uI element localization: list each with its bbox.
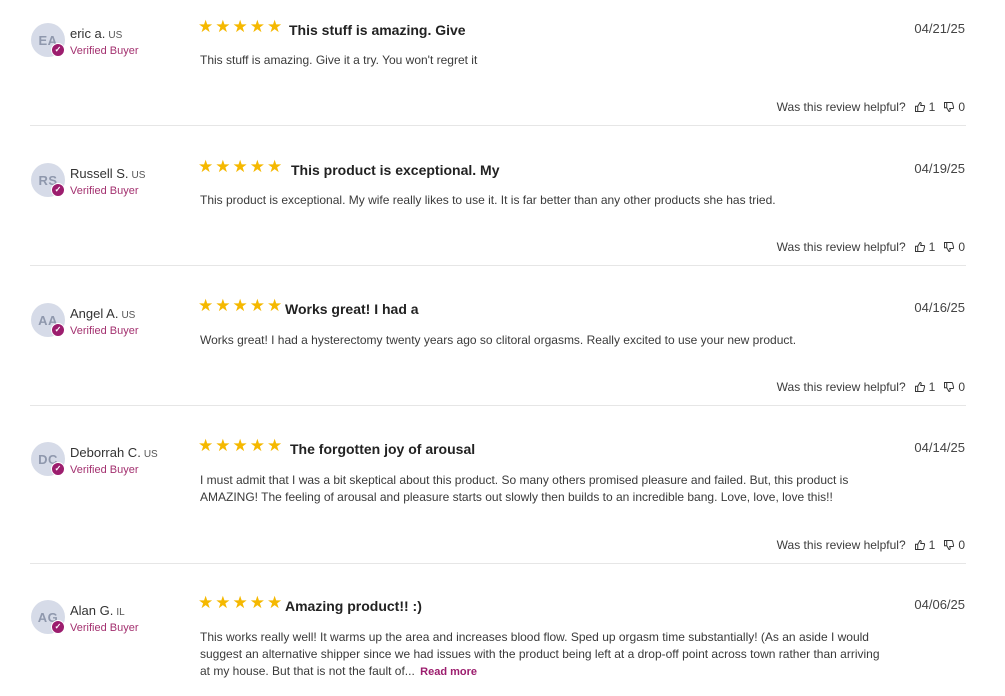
verified-buyer-label: Verified Buyer bbox=[70, 325, 139, 337]
review-body: This stuff is amazing. Give it a try. Yo… bbox=[200, 53, 478, 67]
thumbs-up-count: 1 bbox=[928, 538, 936, 552]
thumbs-down-count: 0 bbox=[958, 380, 965, 394]
verified-check-icon: ✓ bbox=[51, 183, 65, 197]
reviewer-country: US bbox=[143, 449, 158, 460]
thumbs-down-icon bbox=[944, 540, 955, 550]
star-rating: ★★★★★ bbox=[198, 593, 285, 612]
review-title: This product is exceptional. My bbox=[291, 162, 500, 178]
thumbs-down-icon bbox=[944, 102, 955, 112]
thumbs-up-icon bbox=[914, 102, 925, 112]
thumbs-up-count: 1 bbox=[928, 380, 936, 394]
thumbs-up-icon bbox=[914, 382, 925, 392]
reviewer-country: IL bbox=[116, 607, 125, 618]
helpful-label: Was this review helpful? bbox=[776, 100, 906, 114]
helpful-row: Was this review helpful? 1 0 bbox=[777, 380, 965, 394]
reviewer-country: US bbox=[108, 30, 123, 41]
thumbs-up-count: 1 bbox=[928, 240, 936, 254]
verified-check-icon: ✓ bbox=[51, 462, 65, 476]
verified-buyer-label: Verified Buyer bbox=[70, 185, 139, 197]
review-body: This product is exceptional. My wife rea… bbox=[200, 193, 776, 207]
thumbs-up-button[interactable]: 1 bbox=[914, 380, 936, 394]
thumbs-up-count: 1 bbox=[928, 100, 936, 114]
reviewer-name: Alan G. IL bbox=[70, 603, 125, 618]
review-body-text: This works really well! It warms up the … bbox=[200, 630, 880, 678]
helpful-row: Was this review helpful? 1 0 bbox=[777, 240, 965, 254]
thumbs-down-icon bbox=[944, 382, 955, 392]
reviewer-name: Deborrah C. US bbox=[70, 445, 158, 460]
review-body: Works great! I had a hysterectomy twenty… bbox=[200, 333, 797, 347]
review-date: 04/21/25 bbox=[914, 21, 965, 36]
divider bbox=[30, 125, 966, 126]
thumbs-up-button[interactable]: 1 bbox=[914, 240, 936, 254]
thumbs-up-button[interactable]: 1 bbox=[914, 100, 936, 114]
review-body: I must admit that I was a bit skeptical … bbox=[200, 473, 849, 504]
thumbs-down-button[interactable]: 0 bbox=[943, 240, 965, 254]
thumbs-down-count: 0 bbox=[958, 538, 965, 552]
review-title: The forgotten joy of arousal bbox=[290, 441, 476, 457]
helpful-label: Was this review helpful? bbox=[776, 240, 906, 254]
star-rating: ★★★★★ bbox=[198, 157, 285, 176]
review-date: 04/19/25 bbox=[914, 161, 965, 176]
verified-buyer-label: Verified Buyer bbox=[70, 622, 139, 634]
verified-check-icon: ✓ bbox=[51, 620, 65, 634]
thumbs-down-count: 0 bbox=[958, 240, 965, 254]
star-rating: ★★★★★ bbox=[198, 296, 285, 315]
thumbs-down-count: 0 bbox=[958, 100, 965, 114]
review-title: Works great! I had a bbox=[285, 301, 419, 317]
review-body: This works really well! It warms up the … bbox=[200, 629, 880, 681]
thumbs-down-button[interactable]: 0 bbox=[943, 380, 965, 394]
verified-check-icon: ✓ bbox=[51, 323, 65, 337]
helpful-row: Was this review helpful? 1 0 bbox=[777, 538, 965, 552]
thumbs-down-button[interactable]: 0 bbox=[943, 100, 965, 114]
divider bbox=[30, 563, 966, 564]
review-date: 04/06/25 bbox=[914, 597, 965, 612]
reviewer-name: Russell S. US bbox=[70, 166, 146, 181]
review-title: This stuff is amazing. Give bbox=[289, 22, 466, 38]
thumbs-up-button[interactable]: 1 bbox=[914, 538, 936, 552]
helpful-label: Was this review helpful? bbox=[776, 538, 906, 552]
divider bbox=[30, 265, 966, 266]
thumbs-up-icon bbox=[914, 242, 925, 252]
review-date: 04/16/25 bbox=[914, 300, 965, 315]
star-rating: ★★★★★ bbox=[198, 436, 285, 455]
reviewer-name: Angel A. US bbox=[70, 306, 136, 321]
reviewer-country: US bbox=[121, 310, 136, 321]
thumbs-down-button[interactable]: 0 bbox=[943, 538, 965, 552]
read-more-link[interactable]: Read more bbox=[420, 666, 477, 678]
reviewer-name: eric a. US bbox=[70, 26, 123, 41]
reviewer-country: US bbox=[131, 170, 146, 181]
verified-buyer-label: Verified Buyer bbox=[70, 464, 139, 476]
helpful-label: Was this review helpful? bbox=[776, 380, 906, 394]
verified-buyer-label: Verified Buyer bbox=[70, 45, 139, 57]
helpful-row: Was this review helpful? 1 0 bbox=[777, 100, 965, 114]
verified-check-icon: ✓ bbox=[51, 43, 65, 57]
thumbs-up-icon bbox=[914, 540, 925, 550]
divider bbox=[30, 405, 966, 406]
thumbs-down-icon bbox=[944, 242, 955, 252]
star-rating: ★★★★★ bbox=[198, 17, 285, 36]
review-title: Amazing product!! :) bbox=[285, 598, 422, 614]
review-date: 04/14/25 bbox=[914, 440, 965, 455]
